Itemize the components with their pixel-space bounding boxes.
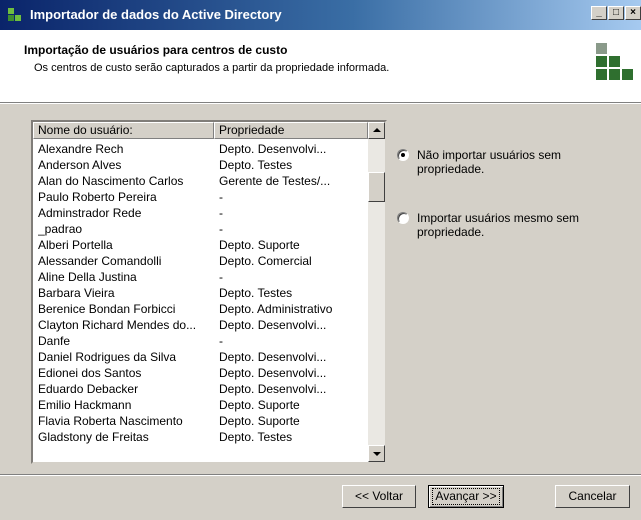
username-cell: Eduardo Debacker — [38, 382, 139, 396]
list-item[interactable]: Emilio Hackmann Depto. Suporte — [33, 397, 368, 413]
list-item[interactable]: Eduardo Debacker Depto. Desenvolvi... — [33, 381, 368, 397]
property-cell: Depto. Desenvolvi... — [219, 382, 327, 396]
username-cell: Emilio Hackmann — [38, 398, 132, 412]
scroll-down-button[interactable] — [368, 445, 385, 462]
option-skip-label: Não importar usuários sem propriedade. — [417, 148, 562, 176]
property-cell: Depto. Testes — [219, 158, 293, 172]
list-item[interactable]: Alberi Portella Depto. Suporte — [33, 237, 368, 253]
list-item[interactable]: Alan do Nascimento Carlos Gerente de Test… — [33, 173, 368, 189]
option-skip-without-property[interactable]: Não importar usuários sem propriedade. — [397, 148, 627, 178]
page-subtitle: Os centros de custo serão capturados a p… — [34, 62, 390, 74]
property-cell: Gerente de Testes/... — [219, 174, 331, 188]
footer-divider-highlight — [0, 475, 641, 476]
username-cell: Paulo Roberto Pereira — [38, 190, 157, 204]
list-item[interactable]: Gladstony de Freitas Depto. Testes — [33, 429, 368, 445]
importer-window: Importador de dados do Active Directory … — [0, 0, 641, 520]
list-header: Nome do usuário: Propriedade — [33, 122, 368, 139]
list-item[interactable]: Daniel Rodrigues da Silva Depto. Desenvol… — [33, 349, 368, 365]
username-cell: _padrao — [38, 222, 83, 236]
next-button-label: Avançar >> — [432, 488, 500, 505]
close-icon[interactable]: × — [625, 6, 641, 20]
radio-import[interactable] — [397, 212, 409, 224]
property-cell: Depto. Suporte — [219, 398, 300, 412]
username-cell: Daniel Rodrigues da Silva — [38, 350, 177, 364]
next-button[interactable]: Avançar >> — [428, 485, 504, 508]
property-cell: - — [219, 334, 223, 348]
property-cell: - — [219, 206, 223, 220]
radio-selected-dot — [401, 153, 405, 157]
list-item[interactable]: Aline Della Justina - — [33, 269, 368, 285]
list-item[interactable]: Alexandre Rech Depto. Desenvolvi... — [33, 141, 368, 157]
page-title: Importação de usuários para centros de c… — [24, 43, 288, 57]
window-title: Importador de dados do Active Directory — [30, 7, 282, 22]
column-header-username[interactable]: Nome do usuário: — [33, 122, 214, 139]
list-item[interactable]: Anderson Alves Depto. Testes — [33, 157, 368, 173]
property-cell: - — [219, 222, 223, 236]
wizard-header: Importação de usuários para centros de c… — [0, 30, 641, 102]
username-cell: Flavia Roberta Nascimento — [38, 414, 183, 428]
scroll-thumb[interactable] — [368, 172, 385, 202]
username-cell: Danfe — [38, 334, 71, 348]
list-item[interactable]: Alessander Comandolli Depto. Comercial — [33, 253, 368, 269]
app-icon — [8, 8, 22, 22]
property-cell: Depto. Comercial — [219, 254, 312, 268]
username-cell: Alessander Comandolli — [38, 254, 162, 268]
cancel-button[interactable]: Cancelar — [555, 485, 630, 508]
property-cell: - — [219, 270, 223, 284]
property-cell: Depto. Suporte — [219, 238, 300, 252]
username-cell: Alberi Portella — [38, 238, 113, 252]
minimize-icon[interactable]: _ — [591, 6, 607, 20]
list-item[interactable]: Clayton Richard Mendes do... Depto. Desen… — [33, 317, 368, 333]
username-cell: Adminstrador Rede — [38, 206, 142, 220]
vertical-scrollbar[interactable] — [368, 122, 385, 462]
username-cell: Berenice Bondan Forbicci — [38, 302, 176, 316]
arrow-up-icon — [373, 128, 381, 132]
radio-skip[interactable] — [397, 149, 409, 161]
scroll-up-button[interactable] — [368, 122, 385, 139]
property-cell: Depto. Testes — [219, 286, 293, 300]
header-divider-highlight — [0, 103, 641, 104]
username-cell: Alan do Nascimento Carlos — [38, 174, 184, 188]
option-import-without-property[interactable]: Importar usuários mesmo sem propriedade. — [397, 211, 627, 241]
list-item[interactable]: Paulo Roberto Pereira - — [33, 189, 368, 205]
username-cell: Aline Della Justina — [38, 270, 137, 284]
username-cell: Edionei dos Santos — [38, 366, 142, 380]
maximize-icon[interactable]: □ — [608, 6, 624, 20]
property-cell: Depto. Testes — [219, 430, 293, 444]
property-cell: Depto. Suporte — [219, 414, 300, 428]
title-bar[interactable]: Importador de dados do Active Directory … — [0, 0, 641, 30]
back-button[interactable]: << Voltar — [342, 485, 416, 508]
property-cell: Depto. Administrativo — [219, 302, 333, 316]
column-header-property[interactable]: Propriedade — [214, 122, 368, 139]
username-cell: Anderson Alves — [38, 158, 122, 172]
list-rows: Alexandre Rech Depto. Desenvolvi... Anders… — [33, 141, 368, 445]
list-item[interactable]: Berenice Bondan Forbicci Depto. Administr… — [33, 301, 368, 317]
property-cell: Depto. Desenvolvi... — [219, 366, 327, 380]
property-cell: - — [219, 190, 223, 204]
username-cell: Barbara Vieira — [38, 286, 115, 300]
option-import-label: Importar usuários mesmo sem propriedade. — [417, 211, 580, 239]
list-item[interactable]: Danfe - — [33, 333, 368, 349]
logo-icon — [596, 43, 641, 95]
list-item[interactable]: Adminstrador Rede - — [33, 205, 368, 221]
username-cell: Alexandre Rech — [38, 142, 124, 156]
property-cell: Depto. Desenvolvi... — [219, 318, 327, 332]
username-cell: Gladstony de Freitas — [38, 430, 149, 444]
list-item[interactable]: _padrao - — [33, 221, 368, 237]
user-list[interactable]: Nome do usuário: Propriedade Alexandre R… — [31, 120, 387, 464]
list-item[interactable]: Edionei dos Santos Depto. Desenvolvi... — [33, 365, 368, 381]
list-item[interactable]: Flavia Roberta Nascimento Depto. Suporte — [33, 413, 368, 429]
username-cell: Clayton Richard Mendes do... — [38, 318, 197, 332]
arrow-down-icon — [373, 452, 381, 456]
property-cell: Depto. Desenvolvi... — [219, 142, 327, 156]
list-item[interactable]: Barbara Vieira Depto. Testes — [33, 285, 368, 301]
property-cell: Depto. Desenvolvi... — [219, 350, 327, 364]
